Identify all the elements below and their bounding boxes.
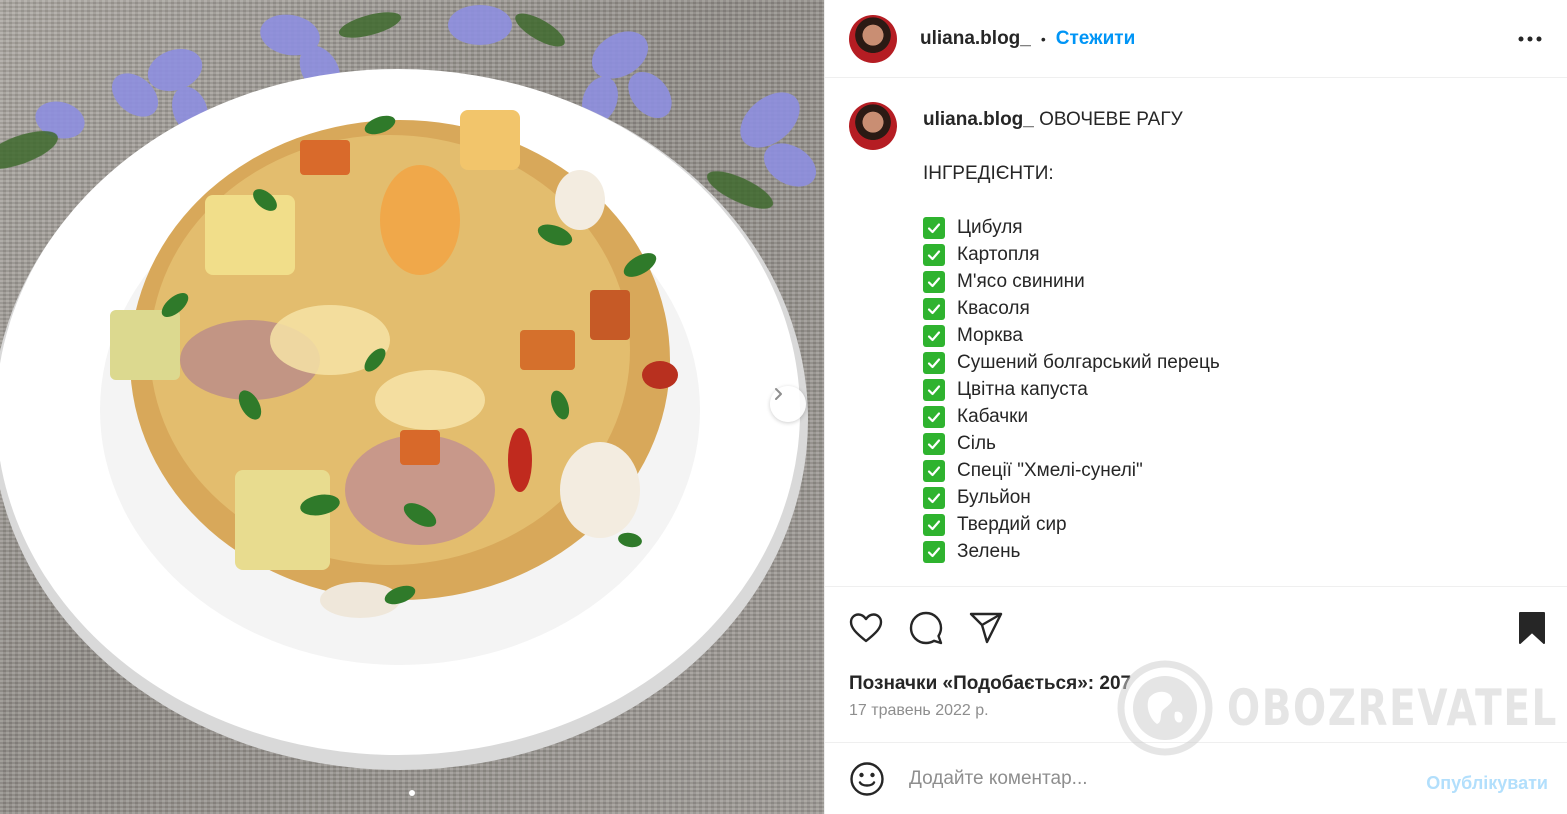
check-mark-icon — [923, 432, 945, 455]
ingredient-label: Цибуля — [957, 217, 1023, 238]
caption-title: ОВОЧЕВЕ РАГУ — [1039, 109, 1183, 130]
ingredient-label: Бульйон — [957, 487, 1031, 508]
share-icon — [969, 612, 1003, 644]
emoji-icon[interactable] — [849, 761, 885, 797]
list-item: Квасоля — [923, 295, 1220, 322]
ingredient-label: Квасоля — [957, 298, 1030, 319]
check-mark-icon — [923, 351, 945, 374]
check-mark-icon — [923, 486, 945, 509]
check-mark-icon — [923, 405, 945, 428]
action-bar — [825, 587, 1567, 667]
watermark-text: OBOZREVATEL — [1227, 679, 1558, 737]
check-mark-icon — [923, 540, 945, 563]
ingredient-label: Твердий сир — [957, 514, 1067, 535]
check-mark-icon — [923, 243, 945, 266]
ingredient-label: Картопля — [957, 244, 1040, 265]
list-item: Цибуля — [923, 214, 1220, 241]
share-button[interactable] — [967, 609, 1005, 647]
food-image — [0, 5, 817, 770]
comment-bar: Опублікувати — [825, 742, 1567, 814]
chevron-right-icon — [775, 388, 782, 400]
post-photo[interactable] — [0, 0, 824, 814]
list-item: Картопля — [923, 241, 1220, 268]
more-options-button[interactable] — [1517, 26, 1543, 52]
list-item: Сіль — [923, 430, 1220, 457]
instagram-post: uliana.blog_ • Стежити uliana.blog_ ОВОЧ… — [0, 0, 1567, 814]
list-item: Бульйон — [923, 484, 1220, 511]
check-mark-icon — [923, 378, 945, 401]
carousel-next-button[interactable] — [770, 386, 806, 422]
author-username[interactable]: uliana.blog_ — [920, 28, 1031, 50]
ingredient-label: Спеції "Хмелі-сунелі" — [957, 460, 1143, 481]
carousel-indicator — [0, 790, 824, 796]
ingredient-label: Сіль — [957, 433, 996, 454]
check-mark-icon — [923, 459, 945, 482]
like-button[interactable] — [847, 609, 885, 647]
list-item: Спеції "Хмелі-сунелі" — [923, 457, 1220, 484]
list-item: Твердий сир — [923, 511, 1220, 538]
post-date: 17 травень 2022 р. — [849, 702, 989, 719]
header-separator: • — [1040, 30, 1046, 47]
post-header: uliana.blog_ • Стежити — [825, 0, 1567, 78]
ingredient-label: Кабачки — [957, 406, 1029, 427]
check-mark-icon — [923, 270, 945, 293]
heart-icon — [849, 613, 883, 643]
avatar[interactable] — [849, 14, 897, 63]
list-item: Кабачки — [923, 403, 1220, 430]
ingredient-label: Сушений болгарський перець — [957, 352, 1220, 373]
check-mark-icon — [923, 297, 945, 320]
list-item: Зелень — [923, 538, 1220, 565]
post-details-panel: uliana.blog_ • Стежити uliana.blog_ ОВОЧ… — [824, 0, 1567, 814]
comment-button[interactable] — [907, 609, 945, 647]
comment-input[interactable] — [909, 767, 1389, 790]
check-mark-icon — [923, 324, 945, 347]
follow-button[interactable]: Стежити — [1056, 28, 1135, 50]
carousel-dot — [409, 790, 415, 796]
caption-text: uliana.blog_ ОВОЧЕВЕ РАГУ ІНГРЕДІЄНТИ: Ц… — [923, 106, 1220, 565]
ingredient-label: Цвітна капуста — [957, 379, 1088, 400]
likes-count[interactable]: Позначки «Подобається»: 207 — [849, 673, 1131, 695]
caption-avatar[interactable] — [849, 102, 897, 150]
caption-username[interactable]: uliana.blog_ — [923, 109, 1034, 130]
more-icon — [1518, 36, 1542, 42]
check-mark-icon — [923, 513, 945, 536]
comment-icon — [909, 611, 943, 645]
list-item: Сушений болгарський перець — [923, 349, 1220, 376]
ingredients-heading: ІНГРЕДІЄНТИ: — [923, 163, 1054, 184]
ingredients-list: Цибуля Картопля М'ясо свинини Квасоля Мо… — [923, 214, 1220, 565]
ingredient-label: М'ясо свинини — [957, 271, 1085, 292]
list-item: Морква — [923, 322, 1220, 349]
bookmark-icon — [1519, 612, 1545, 644]
bookmark-button[interactable] — [1513, 609, 1551, 647]
post-caption: uliana.blog_ ОВОЧЕВЕ РАГУ ІНГРЕДІЄНТИ: Ц… — [825, 78, 1567, 587]
ingredient-label: Зелень — [957, 541, 1021, 562]
list-item: М'ясо свинини — [923, 268, 1220, 295]
publish-button[interactable]: Опублікувати — [1426, 773, 1548, 794]
list-item: Цвітна капуста — [923, 376, 1220, 403]
ingredient-label: Морква — [957, 325, 1023, 346]
check-mark-icon — [923, 216, 945, 239]
